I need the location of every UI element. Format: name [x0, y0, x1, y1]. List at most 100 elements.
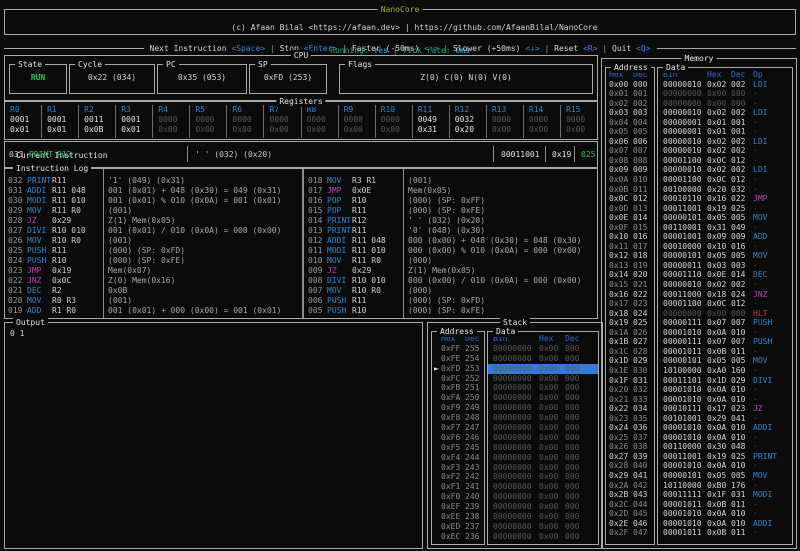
log-entry: 016POPR10	[308, 196, 400, 206]
memory-data-row: 001010010x29041·	[658, 414, 792, 424]
memory-value-dec: 025	[731, 204, 753, 214]
memory-value-dec: 010	[731, 395, 753, 405]
memory-value-hex: 0x02	[707, 280, 731, 290]
memory-addr-hex: 0x0A	[609, 175, 633, 185]
stack-data-row: 000000000x00000	[488, 403, 598, 413]
stack-value-bin: 00000000	[493, 393, 539, 403]
log-entry-args: R0 R3	[52, 296, 76, 305]
memory-data-row: 000011100x0E014DEC	[658, 270, 792, 280]
memory-addr-dec: 040	[633, 461, 647, 470]
memory-addr-dec: 035	[633, 414, 647, 423]
control-bar-line-left	[4, 48, 144, 49]
memory-addr-hex: 0x0B	[609, 185, 633, 195]
log-entry-result: (000)	[408, 256, 593, 266]
register-hex-value: 0x01	[10, 125, 41, 135]
log-entry: 031ADDIR11 048	[8, 186, 100, 196]
memory-value-dec: 010	[731, 461, 753, 471]
memory-addr-hex: 0x1D	[609, 356, 633, 366]
stack-address-row: 0xF4244	[432, 453, 484, 463]
memory-value-hex: 0x19	[707, 452, 731, 462]
control-key-next-instruction[interactable]: <Space>	[231, 44, 265, 53]
control-key-quit[interactable]: <Q>	[636, 44, 650, 53]
log-entry-result: (000) (SP: 0xFE)	[108, 256, 300, 266]
memory-value-bin: 00011001	[663, 452, 707, 462]
memory-data-row: 000010110x0B011·	[658, 500, 792, 510]
log-entry-index: 005	[308, 306, 327, 316]
memory-address-row: 0x28040	[606, 461, 654, 471]
memory-value-bin: 00000001	[663, 118, 707, 128]
memory-addr-dec: 012	[633, 194, 647, 203]
memory-value-bin: 00000011	[663, 261, 707, 271]
memory-addr-hex: 0x1B	[609, 337, 633, 347]
memory-value-hex: 0x0A	[707, 509, 731, 519]
log-entry-result: 001 (0x01) + 048 (0x30) = 049 (0x31)	[108, 186, 300, 196]
log-entry-index: 010	[308, 256, 327, 266]
memory-data-row: 000000100x02002LDI	[658, 108, 792, 118]
register-dec-value: 0000	[529, 115, 560, 125]
stack-value-hex: 0x00	[539, 502, 565, 512]
memory-addr-dec: 022	[633, 290, 647, 299]
memory-address-row: 0x22034	[606, 404, 654, 414]
stack-value-bin: 00000000	[493, 463, 539, 473]
memory-op-label: JNZ	[753, 290, 767, 299]
memory-addr-hex: 0x1A	[609, 328, 633, 338]
log-entry-result: (000) (SP: 0xFE)	[408, 306, 593, 316]
stack-address-box: Address HexDec 0xFF255 0xFE254►0xFD253 0…	[431, 331, 485, 545]
memory-addr-hex: 0x19	[609, 318, 633, 328]
memory-data-row: 000010100x0A010·	[658, 395, 792, 405]
register-hex-value: 0x00	[492, 125, 523, 135]
memory-value-dec: 000	[731, 89, 753, 99]
stack-addr-hex: 0xFB	[441, 383, 465, 393]
control-key-slower-50ms-[interactable]: <↓>	[525, 44, 539, 53]
memory-value-hex: 0x00	[707, 309, 731, 319]
memory-address-row: 0x01001	[606, 89, 654, 99]
memory-data-rows: 000000100x02002LDI000000000x00000·000000…	[658, 80, 792, 538]
current-instruction-op: PRINT	[29, 150, 53, 159]
memory-address-row: 0x23035	[606, 414, 654, 424]
log-entry-op: MOV	[327, 286, 352, 296]
memory-addr-dec: 001	[633, 89, 647, 98]
memory-addr-dec: 036	[633, 423, 647, 432]
stack-address-row: 0xEF239	[432, 502, 484, 512]
memory-value-bin: 00000000	[663, 99, 707, 109]
memory-data-row: 101000000xA0160·	[658, 366, 792, 376]
control-bar: Next Instruction <Space> | Stop <Enter> …	[4, 43, 796, 54]
stack-value-dec: 000	[565, 354, 579, 363]
log-entry-args: 0x0E	[352, 186, 371, 195]
memory-value-hex: 0x09	[707, 232, 731, 242]
register-r5: R500000x00	[190, 105, 227, 138]
memory-value-hex: 0x0C	[707, 156, 731, 166]
stack-data-row: 000000000x00000	[488, 354, 598, 364]
memory-addr-hex: 0x06	[609, 137, 633, 147]
memory-value-bin: 00001001	[663, 232, 707, 242]
register-dec-value: 0000	[269, 115, 300, 125]
stack-value-dec: 000	[565, 492, 579, 501]
stack-data-box: Data BinHexDec 000000000x00000000000000x…	[487, 331, 599, 545]
memory-addr-dec: 045	[633, 509, 647, 518]
stack-data-rows: 000000000x00000000000000x00000000000000x…	[488, 344, 598, 542]
control-separator: |	[540, 44, 554, 53]
memory-op-label: ADDI	[753, 519, 772, 528]
control-key-reset[interactable]: <R>	[583, 44, 597, 53]
memory-address-row: 0x2F047	[606, 528, 654, 538]
stack-value-bin: 00000000	[493, 403, 539, 413]
memory-value-hex: 0x0A	[707, 385, 731, 395]
memory-addr-hex: 0x14	[609, 270, 633, 280]
memory-value-hex: 0x29	[707, 414, 731, 424]
register-r11: R1100490x31	[413, 105, 450, 138]
memory-addr-dec: 021	[633, 280, 647, 289]
control-key-faster-50ms-[interactable]: <↑>	[424, 44, 438, 53]
log-entry: 020MOVR0 R3	[8, 296, 100, 306]
stack-addr-hex: 0xFD	[441, 364, 465, 374]
register-r12: R1200320x20	[450, 105, 487, 138]
memory-value-bin: 00001010	[663, 433, 707, 443]
memory-value-dec: 010	[731, 328, 753, 338]
memory-data-row: 000000000x00000HLT	[658, 309, 792, 319]
memory-address-row: 0x20032	[606, 385, 654, 395]
stack-addr-dec: 249	[465, 403, 479, 412]
memory-value-bin: 00000010	[663, 165, 707, 175]
stack-data-row: 000000000x00000	[488, 522, 598, 532]
memory-addr-dec: 016	[633, 232, 647, 241]
log-entry-op: ADD	[27, 306, 52, 316]
memory-value-bin: 00001100	[663, 156, 707, 166]
